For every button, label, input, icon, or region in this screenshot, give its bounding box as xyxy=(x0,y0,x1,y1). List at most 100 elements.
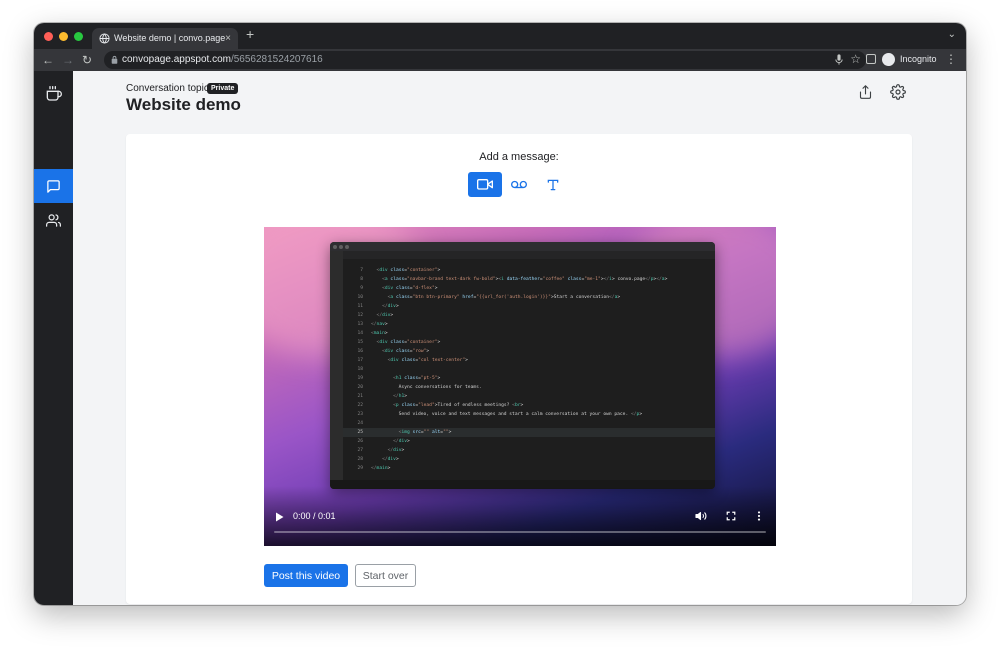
line-code: </nav> xyxy=(371,322,388,327)
globe-icon xyxy=(99,33,110,44)
line-number: 14 xyxy=(357,331,363,336)
line-code: </div> xyxy=(376,313,394,318)
line-code: <img src="" alt=""> xyxy=(398,430,452,435)
line-number: 24 xyxy=(357,421,363,426)
line-number: 8 xyxy=(360,277,363,282)
code-line: 14 <main> xyxy=(343,329,715,338)
editor-titlebar xyxy=(330,242,715,251)
editor-activity-bar xyxy=(330,251,343,480)
line-number: 29 xyxy=(357,466,363,471)
line-number: 10 xyxy=(357,295,363,300)
code-line: 24 xyxy=(343,419,715,428)
editor-window-dot xyxy=(339,244,343,249)
url-host: convopage.appspot.com xyxy=(122,54,231,65)
voicemail-icon xyxy=(511,180,527,189)
browser-tab[interactable]: Website demo | convo.page × xyxy=(92,28,238,49)
lock-icon xyxy=(111,55,118,64)
browser-window: Website demo | convo.page × + ⌄ ← → ↻ co… xyxy=(34,23,966,605)
video-timecode: 0:00 / 0:01 xyxy=(293,511,336,521)
microphone-icon[interactable] xyxy=(835,54,843,65)
line-number: 22 xyxy=(357,403,363,408)
code-line: 21 </h1> xyxy=(343,392,715,401)
tab-close-button[interactable]: × xyxy=(225,28,231,49)
code-line: 17 <div class="col text-center"> xyxy=(343,356,715,365)
volume-icon[interactable] xyxy=(695,510,707,522)
status-badge: Private xyxy=(207,83,239,94)
line-number: 13 xyxy=(357,322,363,327)
code-line: 10 <a class="btn btn-primary" href="{{ur… xyxy=(343,293,715,302)
code-line: 18 xyxy=(343,365,715,374)
line-number: 16 xyxy=(357,349,363,354)
line-code: </h1> xyxy=(393,394,408,399)
line-number: 9 xyxy=(360,286,363,291)
text-mode-button[interactable] xyxy=(536,172,570,197)
browser-toolbar: ← → ↻ convopage.appspot.com/565628152420… xyxy=(34,49,966,71)
bookmark-star-icon[interactable]: ☆ xyxy=(850,52,861,66)
video-progress-bar[interactable] xyxy=(274,531,766,533)
url-text: convopage.appspot.com/5656281524207616 xyxy=(122,54,323,65)
video-frame-editor: 7 <div class="container"> 8 <a class="nav… xyxy=(330,242,715,489)
post-video-button[interactable]: Post this video xyxy=(264,564,348,587)
line-number: 20 xyxy=(357,385,363,390)
fullscreen-icon[interactable] xyxy=(726,511,736,521)
url-path: /5656281524207616 xyxy=(230,54,323,65)
code-line: 8 <a class="navbar-brand text-dark fw-bo… xyxy=(343,275,715,284)
line-number: 25 xyxy=(357,430,363,435)
line-code: </div> xyxy=(382,457,399,462)
code-line: 9 <div class="d-flex"> xyxy=(343,284,715,293)
line-code: <div class="row"> xyxy=(382,349,430,354)
address-bar[interactable]: convopage.appspot.com/5656281524207616 ☆ xyxy=(104,51,866,69)
line-code: <a class="navbar-brand text-dark fw-bold… xyxy=(382,277,668,282)
zoom-window-button[interactable] xyxy=(74,32,83,41)
minimize-window-button[interactable] xyxy=(59,32,68,41)
code-line: 16 <div class="row"> xyxy=(343,347,715,356)
line-code: <div class="container"> xyxy=(376,340,441,345)
sidebar-item-messages[interactable] xyxy=(34,169,73,203)
page-title: Website demo xyxy=(126,95,241,114)
more-vertical-icon[interactable] xyxy=(757,511,761,521)
line-number: 17 xyxy=(357,358,363,363)
coffee-cup-icon xyxy=(46,86,62,101)
video-icon xyxy=(477,178,493,190)
code-line: 29 </main> xyxy=(343,464,715,473)
sidebar-item-users[interactable] xyxy=(34,203,73,237)
code-line: 19 <h1 class="pt-5"> xyxy=(343,374,715,383)
back-button[interactable]: ← xyxy=(42,52,54,68)
incognito-avatar-icon[interactable] xyxy=(882,53,895,66)
line-code: </main> xyxy=(371,466,391,471)
editor-tab-strip xyxy=(343,251,715,259)
tab-title: Website demo | convo.page xyxy=(114,33,226,43)
code-line: 11 </div> xyxy=(343,302,715,311)
code-line: 23 Send video, voice and text messages a… xyxy=(343,410,715,419)
video-mode-button[interactable] xyxy=(468,172,502,197)
users-icon xyxy=(46,213,61,227)
code-line: 25 <img src="" alt=""> xyxy=(343,428,715,437)
start-over-button[interactable]: Start over xyxy=(355,564,416,587)
browser-menu-button[interactable]: ⋮ xyxy=(945,52,957,66)
video-player[interactable]: 7 <div class="container"> 8 <a class="nav… xyxy=(264,227,776,546)
line-number: 23 xyxy=(357,412,363,417)
app-logo[interactable] xyxy=(34,77,73,111)
forward-button[interactable]: → xyxy=(62,52,74,68)
app-main: Conversation topic: Private Website demo… xyxy=(73,71,966,605)
message-square-icon xyxy=(47,179,60,193)
play-icon[interactable] xyxy=(275,512,284,522)
tab-search-button[interactable]: ⌄ xyxy=(948,29,956,40)
line-code: </div> xyxy=(382,304,399,309)
reload-button[interactable]: ↻ xyxy=(82,52,92,68)
voice-mode-button[interactable] xyxy=(502,172,536,197)
editor-window-dot xyxy=(345,244,349,249)
line-code: Send video, voice and text messages and … xyxy=(371,412,643,417)
new-tab-button[interactable]: + xyxy=(246,26,254,42)
settings-gear-icon[interactable] xyxy=(890,84,906,100)
composer-card: Add a message: 7 <div class="container">… xyxy=(126,134,912,604)
line-number: 7 xyxy=(360,268,363,273)
line-number: 21 xyxy=(357,394,363,399)
share-icon[interactable] xyxy=(858,84,873,100)
incognito-label: Incognito xyxy=(900,54,937,64)
line-code: <div class="container"> xyxy=(376,268,441,273)
close-window-button[interactable] xyxy=(44,32,53,41)
code-line: 12 </div> xyxy=(343,311,715,320)
side-panel-icon[interactable] xyxy=(866,54,876,64)
line-code: </div> xyxy=(393,439,410,444)
